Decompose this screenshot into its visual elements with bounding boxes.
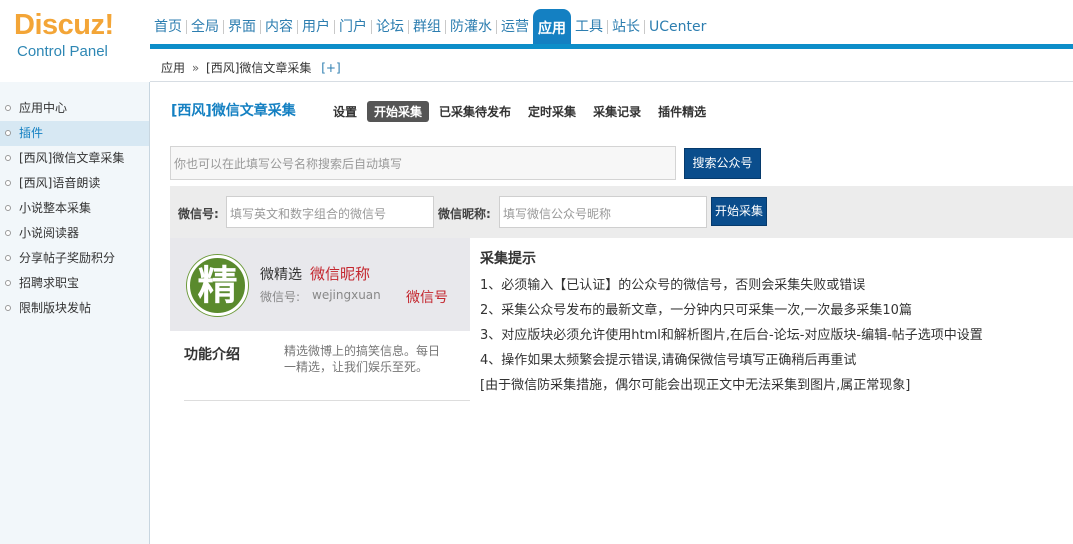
account-id-sample: 微信号 <box>406 290 448 306</box>
bullet-icon <box>5 105 11 111</box>
plugin-tab[interactable]: 已采集待发布 <box>432 101 518 122</box>
feature-intro-title: 功能介绍 <box>184 347 240 363</box>
nav-item-1[interactable]: 全局 <box>187 15 223 39</box>
account-id-label: 微信号: <box>260 290 301 304</box>
nav-item-0[interactable]: 首页 <box>150 15 186 39</box>
start-collect-button[interactable]: 开始采集 <box>711 197 767 226</box>
collect-tips: 采集提示 1、必须输入【已认证】的公众号的微信号，否则会采集失败或错误 2、采集公… <box>480 248 1070 398</box>
nickname-label: 微信昵称: <box>438 207 491 221</box>
bullet-icon <box>5 205 11 211</box>
bullet-icon <box>5 280 11 286</box>
nav-item-8[interactable]: 防灌水 <box>446 15 496 39</box>
nav-item-4[interactable]: 用户 <box>298 15 334 39</box>
sidebar-item-label: 小说阅读器 <box>19 226 80 240</box>
nav-item-10[interactable]: 应用 <box>533 9 571 45</box>
plugin-tab[interactable]: 设置 <box>326 101 364 122</box>
account-name: 微精选 <box>260 267 302 283</box>
plugin-title: [西风]微信文章采集 <box>171 103 296 119</box>
sidebar-item-label: [西风]微信文章采集 <box>19 151 125 165</box>
sidebar-item-label: 招聘求职宝 <box>19 276 80 290</box>
tip-line: 2、采集公众号发布的最新文章，一分钟内只可采集一次,一次最多采集10篇 <box>480 303 912 318</box>
logo[interactable]: Discuz! Control Panel <box>0 0 150 82</box>
tips-title: 采集提示 <box>480 251 536 267</box>
sidebar-item[interactable]: 应用中心 <box>0 96 149 121</box>
sidebar-item[interactable]: 小说整本采集 <box>0 196 149 221</box>
sidebar-item[interactable]: 插件 <box>0 121 149 146</box>
top-nav: 首页 全局 界面 内容 用户 门户 论坛 群组 防灌水 运营 应用 工具 站长 UCenter <box>150 0 1073 46</box>
breadcrumb-separator: » <box>191 61 200 75</box>
tip-line: 3、对应版块必须允许使用html和解析图片,在后台-论坛-对应版块-编辑-帖子选… <box>480 328 983 343</box>
sidebar-item-label: 小说整本采集 <box>19 201 92 215</box>
breadcrumb: 应用 » [西风]微信文章采集 [+] <box>161 59 341 76</box>
sidebar-item[interactable]: [西风]语音朗读 <box>0 171 149 196</box>
nav-item-13[interactable]: UCenter <box>645 15 710 39</box>
sidebar-list: 应用中心插件 [西风]微信文章采集 [西风]语音朗读 小说整本采集 小说阅读器分享帖子奖… <box>0 96 149 321</box>
bullet-icon <box>5 155 11 161</box>
plugin-tab[interactable]: 采集记录 <box>586 101 648 122</box>
nav-item-6[interactable]: 论坛 <box>372 15 408 39</box>
breadcrumb-root[interactable]: 应用 <box>161 61 185 75</box>
bullet-icon <box>5 230 11 236</box>
breadcrumb-add-button[interactable]: [+] <box>321 61 340 75</box>
sidebar-item-label: 插件 <box>19 126 44 140</box>
main-content: [西风]微信文章采集 设置 开始采集 已采集待发布 定时采集 采集记录 插件精选 你也可以… <box>150 83 1073 544</box>
bullet-icon <box>5 180 11 186</box>
bullet-icon <box>5 305 11 311</box>
nav-item-12[interactable]: 站长 <box>608 15 644 39</box>
bullet-icon <box>5 130 11 136</box>
account-avatar: 精 <box>187 255 248 316</box>
feature-intro-text: 精选微博上的搞笑信息。每日一精选，让我们娱乐至死。 <box>284 344 441 374</box>
nav-item-3[interactable]: 内容 <box>261 15 297 39</box>
feature-intro: 功能介绍 精选微博上的搞笑信息。每日一精选，让我们娱乐至死。 <box>184 331 470 401</box>
plugin-tab[interactable]: 开始采集 <box>367 101 430 122</box>
search-account-input[interactable]: 你也可以在此填写公号名称搜索后自动填写 <box>170 146 676 180</box>
nav-item-9[interactable]: 运营 <box>497 15 533 39</box>
sidebar-item-label: 限制版块发帖 <box>19 301 92 315</box>
account-id: wejingxuan <box>312 288 381 302</box>
nav-item-11[interactable]: 工具 <box>571 15 607 39</box>
tips-list: 1、必须输入【已认证】的公众号的微信号，否则会采集失败或错误 2、采集公众号发布的… <box>480 273 1070 398</box>
wechat-id-input[interactable]: 填写英文和数字组合的微信号 <box>226 196 434 228</box>
tip-line: 1、必须输入【已认证】的公众号的微信号，否则会采集失败或错误 <box>480 278 866 293</box>
sidebar-item[interactable]: 招聘求职宝 <box>0 271 149 296</box>
collect-form: 微信号: 填写英文和数字组合的微信号 微信昵称: 填写微信公众号昵称 开始采集 <box>170 186 1073 238</box>
sidebar-item-label: 应用中心 <box>19 101 68 115</box>
account-nickname: 微信昵称 <box>310 265 371 283</box>
sidebar-item[interactable]: 分享帖子奖励积分 <box>0 246 149 271</box>
nav-item-7[interactable]: 群组 <box>409 15 445 39</box>
wechat-id-label: 微信号: <box>178 207 219 221</box>
sidebar-item[interactable]: 小说阅读器 <box>0 221 149 246</box>
search-account-button[interactable]: 搜索公众号 <box>684 148 761 179</box>
sidebar-item-label: 分享帖子奖励积分 <box>19 251 116 265</box>
sidebar-item[interactable]: 限制版块发帖 <box>0 296 149 321</box>
tip-line: 4、操作如果太频繁会提示错误,请确保微信号填写正确稍后再重试 <box>480 353 857 368</box>
plugin-tab[interactable]: 定时采集 <box>521 101 583 122</box>
nickname-input[interactable]: 填写微信公众号昵称 <box>499 196 707 228</box>
sidebar-item-label: [西风]语音朗读 <box>19 176 101 190</box>
tip-line: [由于微信防采集措施，偶尔可能会出现正文中无法采集到图片,属正常现象] <box>480 378 911 393</box>
breadcrumb-bar: 应用 » [西风]微信文章采集 [+] <box>150 49 1073 82</box>
logo-text: Discuz! <box>14 9 114 41</box>
breadcrumb-current: [西风]微信文章采集 <box>206 61 312 75</box>
account-card: 精 微精选 微信昵称 微信号: wejingxuan 微信号 <box>170 238 470 331</box>
nav-item-2[interactable]: 界面 <box>224 15 260 39</box>
sidebar: 应用中心插件 [西风]微信文章采集 [西风]语音朗读 小说整本采集 小说阅读器分享帖子奖… <box>0 82 150 544</box>
sidebar-item[interactable]: [西风]微信文章采集 <box>0 146 149 171</box>
top-nav-list: 首页 全局 界面 内容 用户 门户 论坛 群组 防灌水 运营 应用 工具 站长 UCenter <box>150 9 710 45</box>
nav-item-5[interactable]: 门户 <box>335 15 371 39</box>
bullet-icon <box>5 255 11 261</box>
logo-subtitle: Control Panel <box>17 43 108 60</box>
plugin-tab[interactable]: 插件精选 <box>651 101 713 122</box>
plugin-tabs: 设置 开始采集 已采集待发布 定时采集 采集记录 插件精选 <box>326 101 716 122</box>
